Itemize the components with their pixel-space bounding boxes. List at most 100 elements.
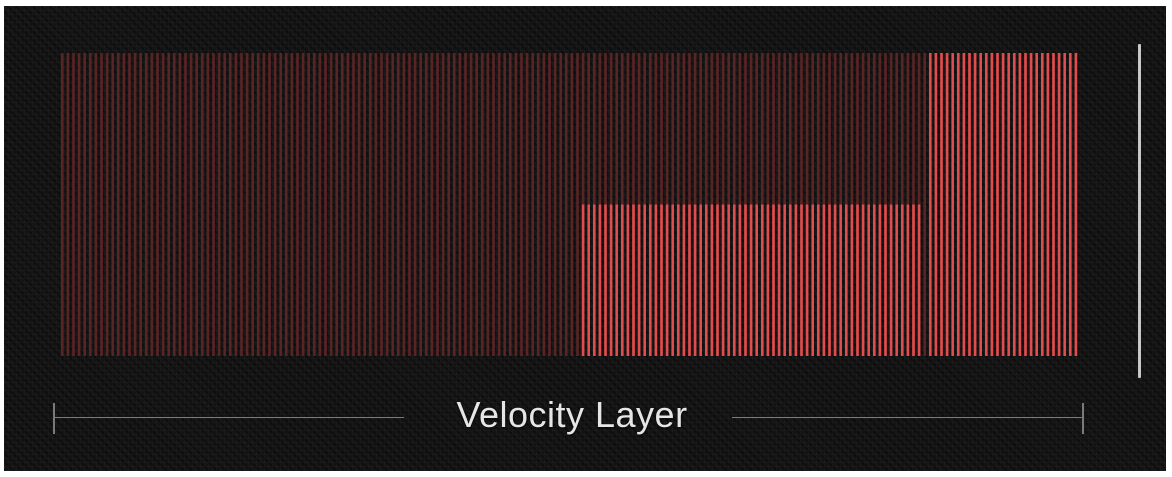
scale-left-line [55,417,404,418]
inactive-velocity-stripe [83,53,86,356]
active-velocity-stripe [901,204,904,356]
velocity-layer-panel: Velocity Layer [4,6,1166,471]
active-velocity-stripe [985,53,988,356]
inactive-velocity-stripe [117,53,120,356]
inactive-velocity-stripe [285,53,288,356]
active-velocity-stripe [716,204,719,356]
inactive-velocity-stripe [161,53,165,356]
inactive-velocity-stripe [72,53,75,356]
active-velocity-stripe [1046,53,1050,356]
active-velocity-stripe [671,204,674,356]
inactive-velocity-stripe [61,53,64,356]
velocity-layer-3[interactable] [929,53,1078,356]
active-velocity-stripe [738,204,742,356]
active-velocity-stripe [665,204,669,356]
active-velocity-stripe [996,53,999,356]
inactive-velocity-stripe [133,53,137,356]
inactive-velocity-stripe [318,53,322,356]
active-velocity-stripe [677,204,680,356]
inactive-velocity-stripe [542,53,546,356]
velocity-layer-2[interactable] [581,204,921,357]
inactive-velocity-stripe [436,53,439,356]
active-velocity-stripe [693,204,697,356]
active-velocity-stripe [822,204,826,356]
inactive-velocity-stripe [553,53,557,356]
inactive-velocity-stripe [307,53,310,356]
inactive-velocity-stripe [397,53,400,356]
active-velocity-stripe [1063,53,1066,356]
active-velocity-stripe [1041,53,1044,356]
active-velocity-stripe [962,53,966,356]
active-velocity-stripe [973,53,977,356]
inactive-velocity-stripe [369,53,372,356]
inactive-velocity-stripe [167,53,170,356]
inactive-velocity-stripe [178,53,182,356]
inactive-velocity-stripe [514,53,518,356]
active-velocity-stripe [688,204,691,356]
inactive-velocity-stripe [363,53,366,356]
inactive-velocity-stripe [189,53,193,356]
inactive-velocity-stripe [128,53,131,356]
active-velocity-stripe [856,204,859,356]
active-velocity-stripe [833,204,837,356]
inactive-velocity-stripe [279,53,282,356]
inactive-velocity-stripe [469,53,473,356]
active-velocity-stripe [1013,53,1016,356]
inactive-velocity-stripe [565,53,568,356]
active-velocity-stripe [710,204,714,356]
active-velocity-stripe [895,204,898,356]
active-velocity-stripe [929,53,932,356]
active-velocity-stripe [766,204,770,356]
active-velocity-stripe [660,204,663,356]
inactive-velocity-stripe [301,53,305,356]
inactive-velocity-stripe [481,53,484,356]
active-velocity-stripe [811,204,814,356]
inactive-velocity-stripe [223,53,226,356]
inactive-velocity-stripe [923,53,926,356]
inactive-velocity-stripe [105,53,109,356]
inactive-velocity-stripe [559,53,562,356]
active-velocity-stripe [598,204,602,356]
active-velocity-stripe [744,204,747,356]
inactive-velocity-stripe [520,53,523,356]
active-velocity-stripe [721,204,725,356]
active-velocity-stripe [1035,53,1038,356]
active-velocity-stripe [643,204,646,356]
inactive-velocity-stripe [380,53,383,356]
active-velocity-stripe [1069,53,1072,356]
active-velocity-stripe [772,204,775,356]
scale-right-cap [1082,403,1084,434]
inactive-velocity-stripe [525,53,529,356]
inactive-velocity-stripe [217,53,221,356]
active-velocity-stripe [777,204,781,356]
inactive-velocity-stripe [537,53,540,356]
inactive-velocity-stripe [453,53,456,356]
inactive-velocity-stripe [94,53,98,356]
velocity-bars-background [61,53,1078,356]
inactive-velocity-stripe [335,53,338,356]
active-velocity-stripe [917,204,921,356]
active-velocity-stripe [867,204,870,356]
inactive-velocity-stripe [251,53,254,356]
inactive-velocity-stripe [413,53,417,356]
inactive-velocity-stripe [324,53,327,356]
active-velocity-stripe [884,204,887,356]
inactive-velocity-stripe [346,53,350,356]
inactive-velocity-stripe [201,53,204,356]
active-velocity-stripe [1029,53,1033,356]
inactive-velocity-stripe [374,53,378,356]
scale-right-line [732,417,1082,418]
inactive-velocity-stripe [419,53,422,356]
inactive-velocity-stripe [139,53,142,356]
inactive-velocity-stripe [100,53,103,356]
inactive-velocity-stripe [329,53,333,356]
inactive-velocity-stripe [66,53,70,356]
inactive-velocity-stripe [570,53,574,356]
active-velocity-stripe [940,53,943,356]
inactive-velocity-stripe [156,53,159,356]
active-velocity-stripe [761,204,764,356]
active-velocity-stripe [1057,53,1061,356]
active-velocity-stripe [828,204,831,356]
inactive-velocity-stripe [357,53,361,356]
inactive-velocity-stripe [111,53,114,356]
